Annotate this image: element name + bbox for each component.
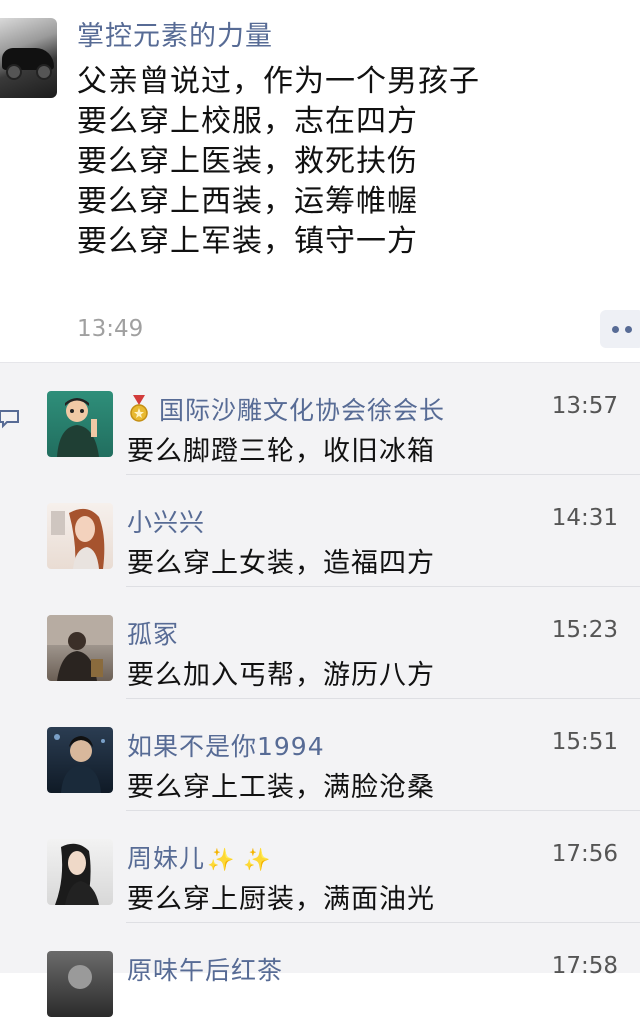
- moment-post: 掌控元素的力量 父亲曾说过，作为一个男孩子 要么穿上校服，志在四方 要么穿上医装…: [0, 0, 640, 362]
- post-line: 要么穿上军装，镇守一方: [77, 224, 418, 259]
- post-line: 要么穿上医装，救死扶伤: [77, 144, 418, 179]
- commenter-avatar[interactable]: [47, 615, 113, 681]
- person-icon: [47, 615, 113, 681]
- post-line: 要么穿上校服，志在四方: [77, 104, 418, 139]
- comment-item: 孤冢 15:23 要么加入丐帮，游历八方: [0, 587, 640, 699]
- commenter-avatar[interactable]: [47, 951, 113, 1017]
- comment-timestamp: 14:31: [551, 505, 618, 531]
- commenter-name-text: 周妹儿: [127, 844, 206, 873]
- commenter-name-text: 国际沙雕文化协会徐会长: [159, 396, 446, 425]
- wheel-icon: [6, 64, 22, 80]
- more-options-button[interactable]: [600, 310, 640, 348]
- dot-icon: [612, 325, 619, 333]
- post-line: 要么穿上西装，运筹帷幄: [77, 184, 418, 219]
- comment-text: 要么穿上女装，造福四方: [127, 548, 435, 579]
- commenter-avatar[interactable]: [47, 391, 113, 457]
- comment-timestamp: 15:23: [551, 617, 618, 643]
- post-content: 父亲曾说过，作为一个男孩子 要么穿上校服，志在四方 要么穿上医装，救死扶伤 要么…: [77, 62, 617, 262]
- comment-text: 要么加入丐帮，游历八方: [127, 660, 435, 691]
- dot-icon: [625, 325, 632, 333]
- person-icon: [68, 965, 92, 989]
- medal-icon: [127, 395, 151, 423]
- comment-item: 周妹儿✨ ✨ 17:56 要么穿上厨装，满面油光: [0, 811, 640, 923]
- author-avatar[interactable]: [0, 18, 57, 98]
- commenter-avatar[interactable]: [47, 839, 113, 905]
- comment-item: 原味午后红茶 17:58: [0, 923, 640, 1035]
- post-author-name[interactable]: 掌控元素的力量: [77, 14, 273, 53]
- post-line: 父亲曾说过，作为一个男孩子: [77, 64, 480, 99]
- person-icon: [54, 734, 105, 793]
- person-icon: [51, 508, 105, 569]
- sparkle-icon: ✨ ✨: [207, 848, 272, 873]
- commenter-name[interactable]: 孤冢: [127, 615, 179, 651]
- post-timestamp: 13:49: [77, 316, 144, 342]
- commenter-name[interactable]: 周妹儿✨ ✨: [127, 839, 272, 875]
- comment-text: 要么脚蹬三轮，收旧冰箱: [127, 436, 435, 467]
- comment-text: 要么穿上厨装，满面油光: [127, 884, 435, 915]
- wheel-icon: [36, 64, 52, 80]
- comment-text: 要么穿上工装，满脸沧桑: [127, 772, 435, 803]
- comment-timestamp: 15:51: [551, 729, 618, 755]
- comment-item: 如果不是你1994 15:51 要么穿上工装，满脸沧桑: [0, 699, 640, 811]
- commenter-avatar[interactable]: [47, 503, 113, 569]
- commenter-name[interactable]: 原味午后红茶: [127, 951, 283, 987]
- comment-timestamp: 17:56: [551, 841, 618, 867]
- comment-timestamp: 17:58: [551, 953, 618, 979]
- person-icon: [55, 843, 99, 905]
- commenter-name[interactable]: 如果不是你1994: [127, 727, 325, 763]
- comment-item: 小兴兴 14:31 要么穿上女装，造福四方: [0, 475, 640, 587]
- commenter-name[interactable]: 小兴兴: [127, 503, 205, 539]
- commenter-avatar[interactable]: [47, 727, 113, 793]
- comment-item: 国际沙雕文化协会徐会长 13:57 要么脚蹬三轮，收旧冰箱: [0, 363, 640, 475]
- person-icon: [57, 398, 99, 457]
- comment-timestamp: 13:57: [551, 393, 618, 419]
- comment-section: 国际沙雕文化协会徐会长 13:57 要么脚蹬三轮，收旧冰箱 小兴兴 14:31 …: [0, 362, 640, 1017]
- commenter-name[interactable]: 国际沙雕文化协会徐会长: [127, 391, 445, 427]
